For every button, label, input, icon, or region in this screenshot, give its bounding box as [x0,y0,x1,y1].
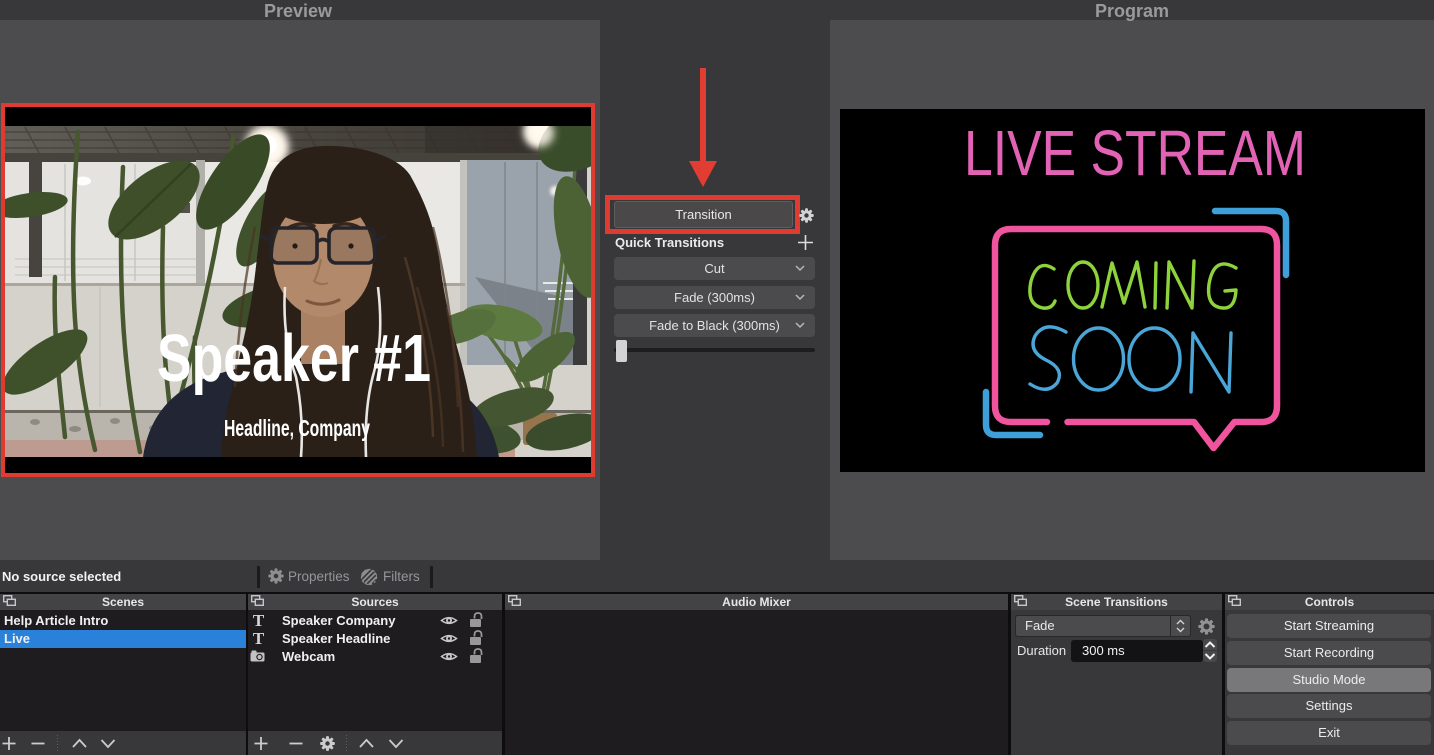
svg-text:Headline, Company: Headline, Company [224,415,370,441]
svg-text:LIVE STREAM: LIVE STREAM [964,117,1306,189]
svg-text:Speaker #1: Speaker #1 [157,321,431,396]
